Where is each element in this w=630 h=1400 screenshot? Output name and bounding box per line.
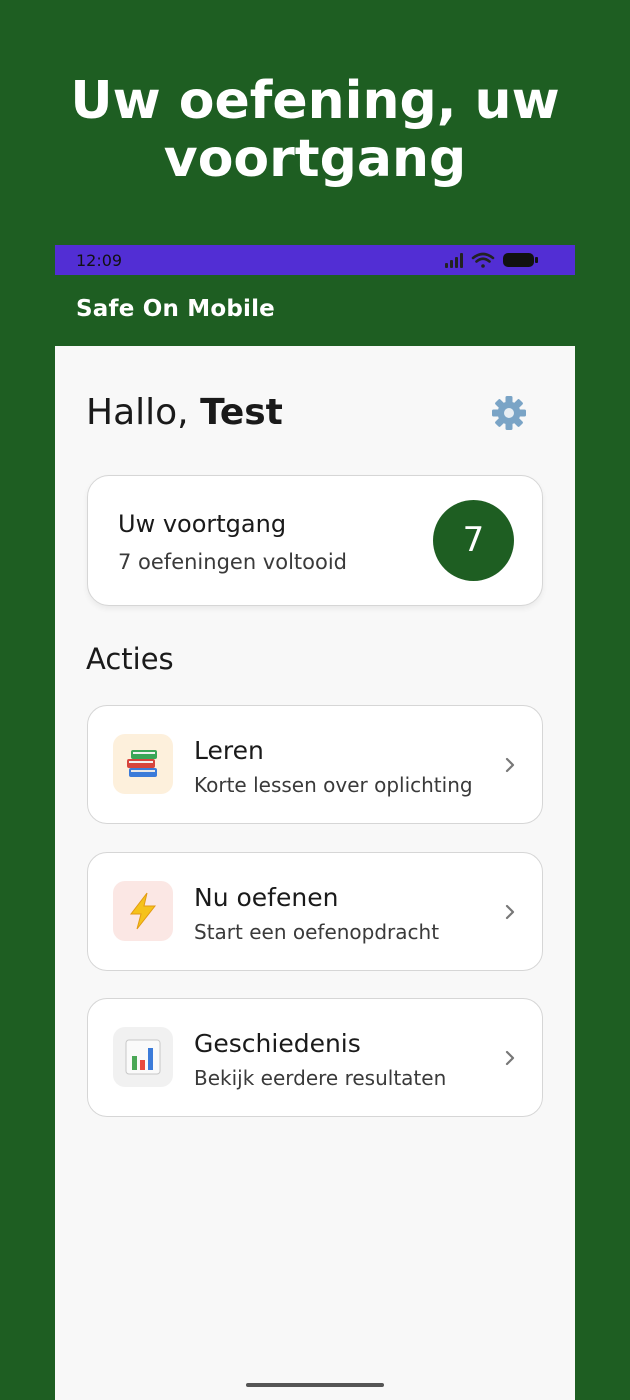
progress-card: Uw voortgang 7 oefeningen voltooid 7 <box>87 475 543 606</box>
progress-subtitle: 7 oefeningen voltooid <box>118 550 348 574</box>
bar-chart-icon <box>113 1027 173 1087</box>
action-learn[interactable]: Leren Korte lessen over oplichting <box>87 705 543 824</box>
action-practice[interactable]: Nu oefenen Start een oefenopdracht <box>87 852 543 971</box>
progress-count-badge: 7 <box>433 500 514 581</box>
phone-screen: 12:09 Safe On Mobile Hallo, Test Uw voor… <box>55 245 575 1400</box>
greeting: Hallo, Test <box>86 392 283 433</box>
action-practice-subtitle: Start een oefenopdracht <box>194 920 440 944</box>
gear-icon[interactable] <box>491 395 527 431</box>
status-icons <box>445 252 538 268</box>
promo-headline: Uw oefening, uw voortgang <box>0 72 630 188</box>
app-bar: Safe On Mobile <box>55 275 575 346</box>
progress-title: Uw voortgang <box>118 510 287 538</box>
status-bar: 12:09 <box>55 245 575 275</box>
action-learn-subtitle: Korte lessen over oplichting <box>194 773 473 797</box>
signal-icon <box>445 253 463 268</box>
chevron-right-icon <box>505 1050 515 1066</box>
action-history-subtitle: Bekijk eerdere resultaten <box>194 1066 447 1090</box>
battery-icon <box>503 253 538 267</box>
action-history[interactable]: Geschiedenis Bekijk eerdere resultaten <box>87 998 543 1117</box>
status-time: 12:09 <box>76 251 123 270</box>
chevron-right-icon <box>505 904 515 920</box>
greeting-prefix: Hallo, <box>86 392 189 433</box>
promo-headline-line2: voortgang <box>163 129 467 189</box>
action-learn-title: Leren <box>194 736 264 765</box>
actions-section-title: Acties <box>86 642 174 676</box>
lightning-icon <box>113 881 173 941</box>
promo-headline-line1: Uw oefening, uw <box>70 71 560 131</box>
wifi-icon <box>471 252 495 268</box>
chevron-right-icon <box>505 757 515 773</box>
action-history-title: Geschiedenis <box>194 1029 361 1058</box>
app-title: Safe On Mobile <box>76 296 275 322</box>
action-practice-title: Nu oefenen <box>194 883 339 912</box>
books-icon <box>113 734 173 794</box>
greeting-name: Test <box>200 392 283 433</box>
home-indicator[interactable] <box>246 1383 384 1387</box>
main-content: Hallo, Test Uw voortgang 7 oefeningen vo… <box>55 346 575 1400</box>
